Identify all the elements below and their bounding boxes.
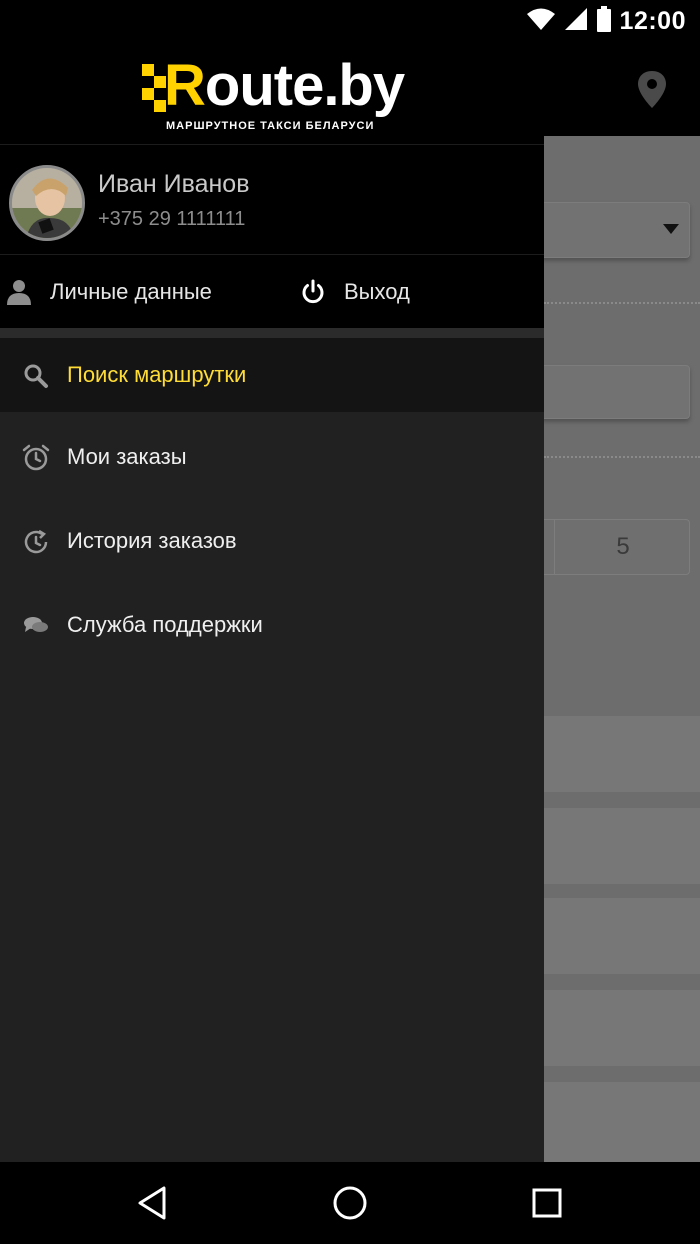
result-row bbox=[544, 1082, 700, 1162]
back-icon[interactable] bbox=[132, 1182, 174, 1224]
user-phone: +375 29 1111111 bbox=[98, 208, 246, 230]
passenger-count: 5 bbox=[616, 533, 630, 560]
signal-icon bbox=[564, 7, 588, 36]
location-pin-icon[interactable] bbox=[636, 70, 668, 110]
profile-button[interactable]: Личные данные bbox=[6, 272, 212, 312]
navigation-drawer: Route.by МАРШРУТНОЕ ТАКСИ БЕЛАРУСИ Иван … bbox=[0, 42, 544, 1162]
power-icon bbox=[300, 279, 326, 305]
battery-icon bbox=[596, 5, 612, 37]
menu-item-search[interactable]: Поиск маршрутки bbox=[0, 338, 544, 412]
divider bbox=[0, 254, 544, 255]
menu-item-label: История заказов bbox=[67, 528, 237, 553]
result-row bbox=[544, 716, 700, 792]
profile-label: Личные данные bbox=[50, 279, 212, 304]
status-bar: 12:00 bbox=[0, 0, 700, 42]
divider bbox=[0, 144, 544, 145]
result-row bbox=[544, 808, 700, 884]
menu-item-label: Поиск маршрутки bbox=[67, 362, 247, 387]
divider bbox=[0, 328, 544, 338]
menu-item-label: Мои заказы bbox=[67, 444, 187, 469]
logout-button[interactable]: Выход bbox=[300, 272, 410, 312]
history-icon bbox=[22, 528, 50, 556]
logout-label: Выход bbox=[344, 279, 410, 304]
search-icon bbox=[22, 362, 50, 390]
logo-tagline: МАРШРУТНОЕ ТАКСИ БЕЛАРУСИ bbox=[166, 120, 375, 132]
status-icons: 12:00 bbox=[526, 5, 686, 37]
recents-icon[interactable] bbox=[526, 1182, 568, 1224]
logo-rest: oute.by bbox=[204, 53, 405, 118]
menu-item-my-orders[interactable]: Мои заказы bbox=[0, 420, 544, 494]
dropdown-arrow-icon bbox=[663, 224, 679, 234]
menu-item-label: Служба поддержки bbox=[67, 612, 263, 637]
passenger-counter[interactable]: 5 bbox=[540, 519, 690, 575]
menu-item-support[interactable]: Служба поддержки bbox=[0, 588, 544, 662]
divider bbox=[544, 302, 700, 304]
result-row bbox=[544, 898, 700, 974]
alarm-clock-icon bbox=[22, 444, 50, 472]
user-name: Иван Иванов bbox=[98, 170, 250, 198]
drawer-header: Route.by МАРШРУТНОЕ ТАКСИ БЕЛАРУСИ Иван … bbox=[0, 42, 544, 328]
chat-bubbles-icon bbox=[22, 612, 50, 640]
date-input[interactable] bbox=[540, 365, 690, 419]
logo-text: Route.by bbox=[164, 52, 405, 120]
app-logo: Route.by МАРШРУТНОЕ ТАКСИ БЕЛАРУСИ bbox=[142, 53, 405, 132]
route-select[interactable] bbox=[540, 202, 690, 258]
navigation-bar bbox=[0, 1162, 700, 1244]
home-icon[interactable] bbox=[329, 1182, 371, 1224]
status-time: 12:00 bbox=[619, 6, 686, 35]
divider bbox=[544, 456, 700, 458]
person-icon bbox=[6, 279, 32, 305]
logo-letter: R bbox=[164, 53, 206, 118]
wifi-icon bbox=[526, 7, 556, 36]
result-row bbox=[544, 990, 700, 1066]
menu-item-order-history[interactable]: История заказов bbox=[0, 504, 544, 578]
avatar[interactable] bbox=[9, 165, 85, 241]
